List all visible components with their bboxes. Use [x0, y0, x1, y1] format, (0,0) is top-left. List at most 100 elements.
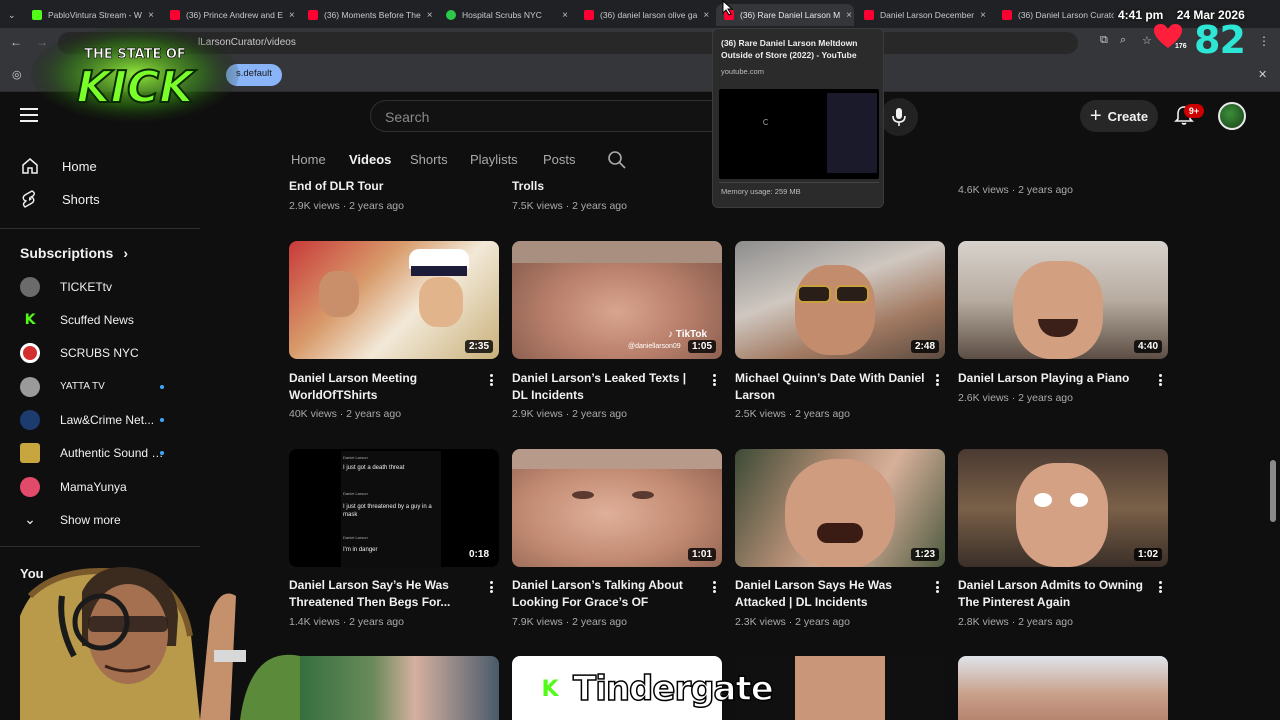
youtube-favicon-icon — [170, 10, 180, 20]
tab-label: Home — [291, 152, 326, 167]
channel-avatar — [20, 442, 40, 463]
channel-search-icon[interactable] — [607, 150, 627, 170]
sidebar-item-home[interactable]: Home — [12, 149, 188, 183]
hover-card-title: (36) Rare Daniel Larson Meltdown Outside… — [721, 38, 858, 60]
more-options-icon[interactable] — [709, 372, 719, 388]
more-options-icon[interactable] — [1155, 372, 1165, 388]
tab-playlists[interactable]: Playlists — [470, 152, 518, 167]
sidebar-item-ticket-tv[interactable]: TICKETtv — [12, 270, 188, 303]
video-title[interactable]: Michael Quinn’s Date With Daniel Larson — [735, 370, 925, 403]
video-title[interactable]: Daniel Larson Say’s He Was Threatened Th… — [289, 577, 479, 610]
close-icon[interactable]: × — [562, 10, 568, 21]
close-icon[interactable]: × — [703, 10, 709, 21]
video-title[interactable]: Daniel Larson Meeting WorldOfTShirts — [289, 370, 479, 403]
video-meta: 2.8K views · 2 years ago — [958, 616, 1073, 628]
sunglasses — [797, 285, 831, 303]
face — [785, 459, 895, 567]
sidebar-item-authentic-sound[interactable]: Authentic Sound Ef... — [12, 436, 188, 469]
star-icon[interactable]: ☆ — [1142, 34, 1152, 47]
sidebar-item-law-crime[interactable]: Law&Crime Net... — [12, 403, 188, 436]
video-thumbnail[interactable] — [958, 656, 1168, 720]
close-icon[interactable]: × — [846, 10, 852, 21]
more-options-icon[interactable] — [486, 579, 496, 595]
tab-label: Videos — [349, 152, 392, 167]
tab-search-button[interactable]: ⌄ — [0, 4, 22, 26]
video-title[interactable]: Daniel Larson’s Talking About Looking Fo… — [512, 577, 702, 610]
tab-title: (36) Prince Andrew and E — [186, 10, 283, 20]
sidebar-item-scuffed-news[interactable]: K Scuffed News — [12, 303, 188, 336]
browser-tab-active[interactable]: (36) Rare Daniel Larson M × — [716, 4, 854, 26]
sidebar-item-shorts[interactable]: Shorts — [12, 182, 188, 216]
close-icon[interactable]: × — [148, 10, 154, 21]
tab-shorts[interactable]: Shorts — [410, 152, 448, 167]
video-title[interactable]: End of DLR Tour — [289, 178, 479, 195]
menu-icon[interactable]: ⋮ — [1258, 34, 1270, 48]
youtube-favicon-icon — [864, 10, 874, 20]
more-options-icon[interactable] — [1155, 579, 1165, 595]
channel-name: SCRUBS NYC — [60, 345, 139, 360]
more-options-icon[interactable] — [709, 579, 719, 595]
video-thumbnail[interactable]: ♪ TikTok @daniellarson09 1:05 — [512, 241, 722, 359]
video-meta: 2.9K views · 2 years ago — [512, 408, 627, 420]
tab-title: (36) Rare Daniel Larson M — [740, 10, 841, 20]
install-icon[interactable]: ⧉ — [1100, 34, 1108, 47]
youtube-favicon-icon — [584, 10, 594, 20]
create-button[interactable]: + Create — [1080, 100, 1158, 132]
more-options-icon[interactable] — [932, 579, 942, 595]
tab-videos[interactable]: Videos — [349, 152, 391, 167]
video-duration: 4:40 — [1133, 340, 1162, 353]
face — [419, 277, 463, 327]
browser-tab[interactable]: (36) Moments Before The × — [300, 4, 438, 26]
video-title[interactable]: Daniel Larson Playing a Piano — [958, 370, 1148, 387]
video-thumbnail[interactable]: 1:02 — [958, 449, 1168, 567]
scrollbar-thumb[interactable] — [1270, 460, 1276, 522]
video-title[interactable]: Daniel Larson Admits to Owning The Pinte… — [958, 577, 1148, 610]
voice-search-button[interactable] — [880, 98, 918, 136]
browser-tab[interactable]: Daniel Larson December × — [856, 4, 994, 26]
account-avatar[interactable] — [1218, 102, 1246, 130]
notification-badge: 9+ — [1184, 104, 1204, 118]
sidebar-item-mamayunya[interactable]: MamaYunya — [12, 470, 188, 503]
sidebar-item-scrubs-nyc[interactable]: SCRUBS NYC — [12, 336, 188, 369]
close-icon[interactable]: × — [980, 10, 986, 21]
logo-main-text: KICK — [77, 62, 197, 113]
video-thumbnail[interactable]: 4:40 — [958, 241, 1168, 359]
sidebar-item-yatta-tv[interactable]: YATTA TV — [12, 370, 188, 403]
eye — [572, 491, 594, 499]
video-meta: 2.6K views · 2 years ago — [958, 392, 1073, 404]
heart-count: 176 — [1175, 43, 1187, 50]
subscriptions-header[interactable]: Subscriptions › — [20, 245, 128, 261]
video-title[interactable]: Daniel Larson’s Leaked Texts | DL Incide… — [512, 370, 702, 403]
browser-tab[interactable]: (36) daniel larson olive ga × — [576, 4, 714, 26]
back-icon[interactable]: ← — [10, 35, 22, 49]
video-thumbnail[interactable]: 2:35 — [289, 241, 499, 359]
tab-posts[interactable]: Posts — [543, 152, 576, 167]
close-icon[interactable]: ✕ — [1258, 68, 1267, 81]
microphone-icon — [892, 108, 906, 126]
viewer-count: 82 — [1194, 18, 1246, 62]
tab-home[interactable]: Home — [291, 152, 326, 167]
chevron-down-icon: ⌄ — [24, 511, 36, 527]
sidebar-show-more[interactable]: ⌄ Show more — [12, 503, 188, 536]
more-options-icon[interactable] — [486, 372, 496, 388]
video-title[interactable]: Trolls — [512, 178, 702, 195]
video-title[interactable]: Daniel Larson Says He Was Attacked | DL … — [735, 577, 925, 610]
browser-tab[interactable]: (36) Daniel Larson Curato — [994, 4, 1114, 26]
video-thumbnail[interactable]: 1:23 — [735, 449, 945, 567]
browser-tab[interactable]: Hospital Scrubs NYC × — [438, 4, 576, 26]
video-thumbnail[interactable]: 2:48 — [735, 241, 945, 359]
tab-label: Shorts — [410, 152, 448, 167]
video-thumbnail[interactable]: 1:01 — [512, 449, 722, 567]
hover-card-memory: Memory usage: 259 MB — [721, 187, 801, 196]
more-options-icon[interactable] — [932, 372, 942, 388]
video-thumbnail[interactable] — [289, 656, 499, 720]
close-icon[interactable]: × — [427, 10, 433, 21]
zoom-icon[interactable]: ⌕ — [1120, 34, 1126, 47]
close-icon[interactable]: × — [289, 10, 295, 21]
video-meta: 2.9K views · 2 years ago — [289, 200, 404, 212]
video-thumbnail[interactable]: Daniel Larson I just got a death threat … — [289, 449, 499, 567]
hover-card-preview — [719, 89, 879, 179]
search-input[interactable]: Search — [370, 100, 760, 132]
apps-icon[interactable]: ◎ — [12, 68, 22, 81]
new-content-dot — [160, 417, 164, 422]
